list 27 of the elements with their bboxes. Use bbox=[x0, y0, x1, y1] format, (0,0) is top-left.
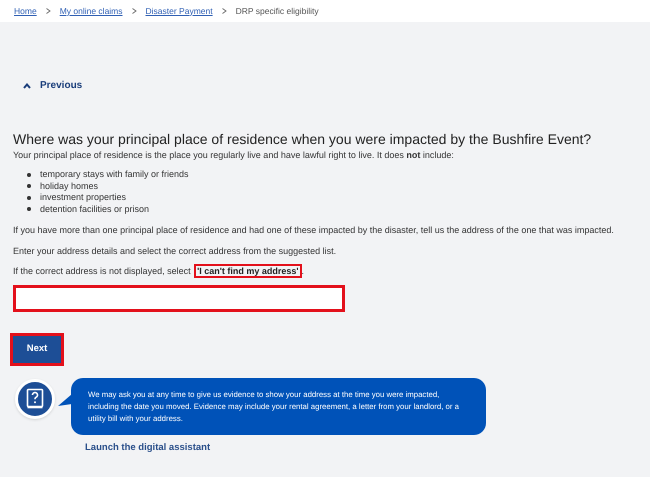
intro-text: Your principal place of residence is the place you regularly live and have lawful right to live. It does not include: bbox=[13, 149, 455, 161]
list-item: investment properties bbox=[40, 192, 126, 204]
address-field[interactable] bbox=[13, 285, 345, 312]
body-text: Enter your address details and select the correct address from the suggested list. bbox=[13, 245, 338, 257]
bullet-icon bbox=[27, 207, 31, 212]
list-item: temporary stays with family or friends bbox=[40, 169, 189, 180]
bullet-icon bbox=[27, 184, 31, 188]
breadcrumb-separator-icon bbox=[132, 8, 137, 14]
breadcrumb-link[interactable]: My online claims bbox=[60, 4, 123, 18]
speech-bubble-tail bbox=[58, 394, 72, 406]
launch-assistant-link[interactable]: Launch the digital assistant bbox=[85, 441, 210, 456]
instruction-text: If the correct address is not displayed, select 'I can't find my address' . bbox=[13, 265, 306, 277]
help-book-icon bbox=[15, 379, 55, 419]
breadcrumb-separator-icon bbox=[222, 8, 227, 14]
previous-link[interactable]: Previous bbox=[23, 78, 82, 93]
breadcrumb-link[interactable]: Disaster Payment bbox=[146, 4, 213, 18]
bullet-icon bbox=[27, 196, 31, 200]
breadcrumb-separator-icon bbox=[46, 8, 51, 14]
next-button[interactable]: Next bbox=[13, 336, 61, 363]
bullet-icon bbox=[27, 172, 31, 177]
question-heading: Where was your principal place of residence when you were impacted by the Bushfire Event? bbox=[13, 131, 592, 148]
breadcrumb-current: DRP specific eligibility bbox=[236, 4, 319, 18]
list-item: detention facilities or prison bbox=[40, 204, 150, 215]
chevron-up-icon bbox=[23, 82, 31, 88]
body-text: If you have more than one principal place of residence and had one of these impacted by the disaster, tell us the address of the one that was impacted. bbox=[13, 224, 615, 236]
list-item: holiday homes bbox=[40, 180, 98, 192]
breadcrumb-link[interactable]: Home bbox=[14, 4, 37, 18]
